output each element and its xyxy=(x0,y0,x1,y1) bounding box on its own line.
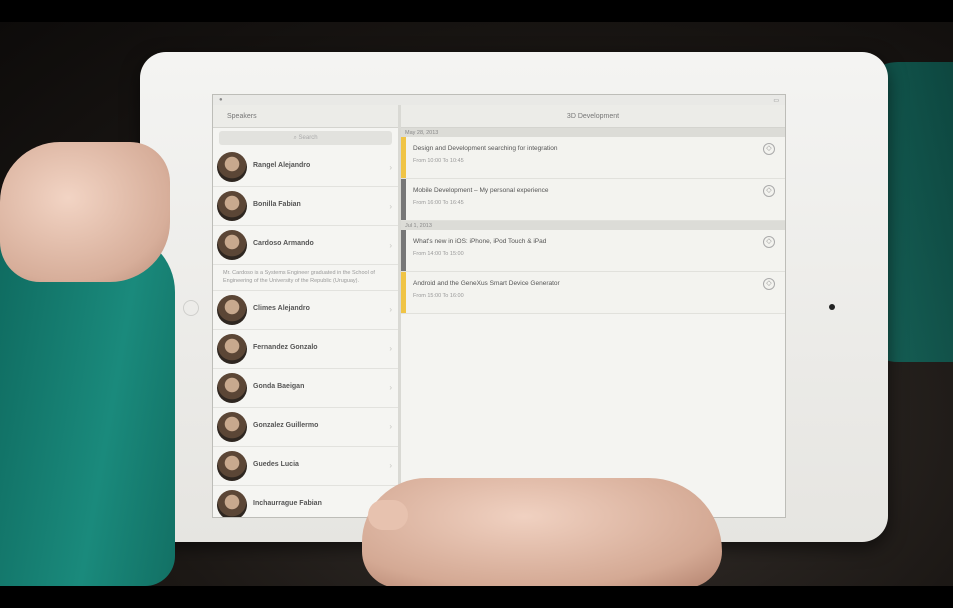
camera-icon xyxy=(829,304,835,310)
chevron-right-icon: › xyxy=(389,383,392,392)
avatar xyxy=(217,333,247,364)
list-item[interactable]: Gonda Baeigan › xyxy=(213,369,398,408)
ipad-screen: ● ▭ Speakers ⌕ Search Rangel Alejandro ›… xyxy=(212,94,786,518)
speaker-name: Rangel Alejandro xyxy=(253,162,311,169)
session-item[interactable]: Design and Development searching for int… xyxy=(401,137,785,179)
avatar xyxy=(217,372,247,403)
search-placeholder: Search xyxy=(298,135,318,141)
sessions-panel: 3D Development May 28, 2013 Design and D… xyxy=(401,105,785,517)
avatar xyxy=(217,191,247,221)
speaker-name: Climes Alejandro xyxy=(253,304,310,312)
list-item[interactable]: Bonilla Fabian › xyxy=(213,187,398,226)
chevron-right-icon: › xyxy=(389,162,392,172)
list-item[interactable]: Climes Alejandro › xyxy=(213,291,398,330)
avatar xyxy=(217,489,247,517)
session-item[interactable]: Mobile Development – My personal experie… xyxy=(401,179,785,221)
day-header: May 28, 2013 xyxy=(401,128,785,137)
avatar xyxy=(217,294,247,325)
speakers-navbar: Speakers xyxy=(213,105,398,128)
list-item[interactable]: Cardoso Armando › xyxy=(213,226,398,265)
speaker-name: Gonzalez Guillermo xyxy=(253,421,319,429)
list-item[interactable]: Guedes Lucia › xyxy=(213,447,398,486)
left-hand xyxy=(0,142,170,282)
favorite-icon[interactable]: ◇ xyxy=(763,278,775,290)
list-item[interactable]: Gonzalez Guillermo › xyxy=(213,408,398,447)
chevron-right-icon: › xyxy=(389,422,392,431)
session-time: From 10:00 To 10:45 xyxy=(413,158,464,164)
session-time: From 14:00 To 15:00 xyxy=(413,251,464,257)
track-color-bar xyxy=(401,179,406,220)
avatar xyxy=(217,230,247,260)
sessions-navbar: 3D Development xyxy=(401,105,785,128)
session-item[interactable]: What's new in iOS: iPhone, iPod Touch & … xyxy=(401,230,785,272)
session-title: Mobile Development – My personal experie… xyxy=(413,187,549,194)
photo-background: ● ▭ Speakers ⌕ Search Rangel Alejandro ›… xyxy=(0,22,953,586)
session-title: What's new in iOS: iPhone, iPod Touch & … xyxy=(413,238,547,245)
speaker-name: Fernandez Gonzalo xyxy=(253,343,318,351)
session-time: From 15:00 To 16:00 xyxy=(413,293,464,299)
page-title: 3D Development xyxy=(566,112,620,120)
session-title: Design and Development searching for int… xyxy=(413,145,558,152)
session-title: Android and the GeneXus Smart Device Gen… xyxy=(413,280,560,287)
avatar xyxy=(217,450,247,481)
list-item[interactable]: Rangel Alejandro › xyxy=(213,148,398,187)
right-finger xyxy=(368,500,408,530)
right-hand xyxy=(362,478,722,586)
speakers-panel: Speakers ⌕ Search Rangel Alejandro › Bon… xyxy=(213,105,401,517)
status-bar: ● ▭ xyxy=(213,95,785,105)
session-time: From 16:00 To 16:45 xyxy=(413,200,464,206)
chevron-right-icon: › xyxy=(389,305,392,314)
favorite-icon[interactable]: ◇ xyxy=(763,143,775,155)
chevron-right-icon: › xyxy=(389,240,392,250)
search-input[interactable]: ⌕ Search xyxy=(219,131,392,145)
list-item[interactable]: Fernandez Gonzalo › xyxy=(213,330,398,369)
chevron-right-icon: › xyxy=(389,344,392,353)
speakers-title: Speakers xyxy=(227,112,257,120)
speaker-name: Gonda Baeigan xyxy=(253,382,305,390)
chevron-right-icon: › xyxy=(389,201,392,211)
battery-icon: ▭ xyxy=(773,97,779,104)
session-item[interactable]: Android and the GeneXus Smart Device Gen… xyxy=(401,272,785,314)
speaker-name: Guedes Lucia xyxy=(253,460,299,468)
track-color-bar xyxy=(401,230,406,271)
speaker-bio: Mr. Cardoso is a Systems Engineer gradua… xyxy=(213,265,398,291)
favorite-icon[interactable]: ◇ xyxy=(763,236,775,248)
favorite-icon[interactable]: ◇ xyxy=(763,185,775,197)
chevron-right-icon: › xyxy=(389,461,392,470)
speaker-name: Bonilla Fabian xyxy=(253,201,301,208)
track-color-bar xyxy=(401,137,406,178)
home-button[interactable] xyxy=(183,300,199,316)
day-header: Jul 1, 2013 xyxy=(401,221,785,230)
track-color-bar xyxy=(401,272,406,313)
carrier-icon: ● xyxy=(219,97,223,103)
speaker-name: Inchaurrague Fabian xyxy=(253,499,322,507)
speaker-name: Cardoso Armando xyxy=(253,240,314,247)
search-icon: ⌕ xyxy=(293,134,297,141)
avatar xyxy=(217,411,247,442)
avatar xyxy=(217,152,247,182)
sleeve-left xyxy=(0,232,175,586)
